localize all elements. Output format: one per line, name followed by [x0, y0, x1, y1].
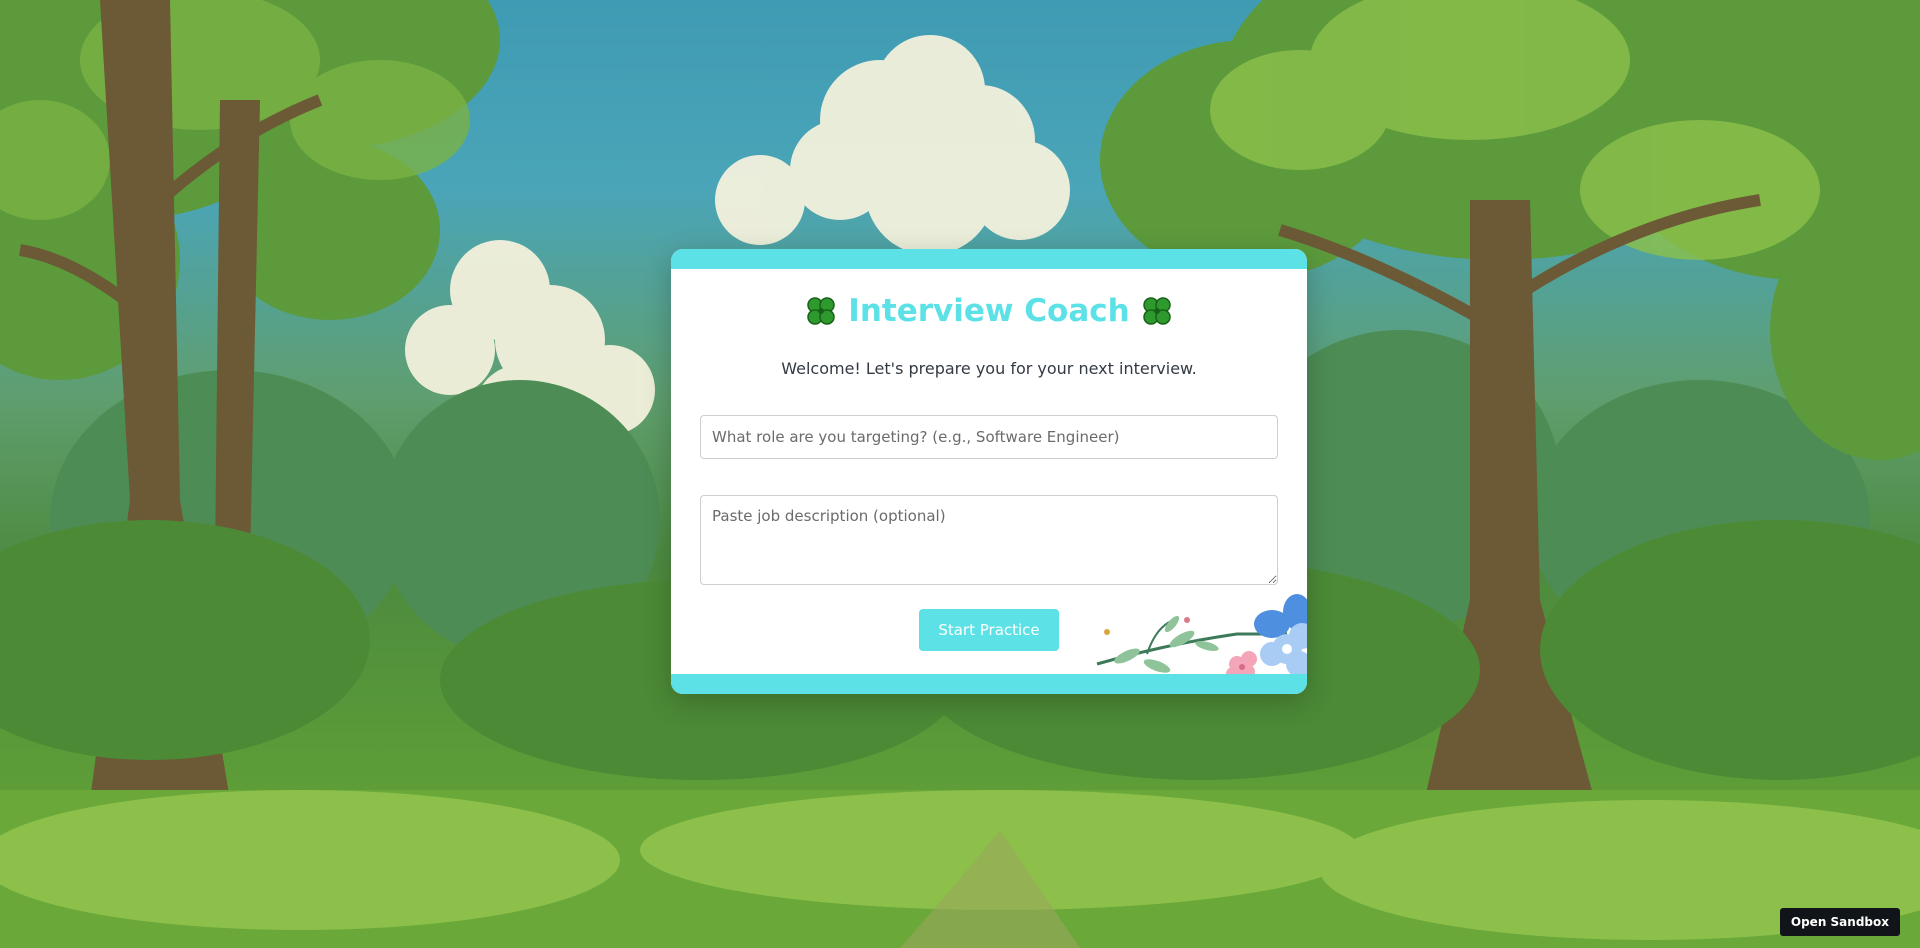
card-top-band	[671, 249, 1307, 269]
four-leaf-clover-icon	[1142, 297, 1171, 325]
welcome-message: Welcome! Let's prepare you for your next…	[781, 359, 1197, 378]
job-description-textarea[interactable]	[700, 495, 1278, 585]
interview-coach-card: Interview Coach Welcome! Let's prepare y…	[671, 249, 1307, 694]
role-input[interactable]	[700, 415, 1278, 459]
open-sandbox-button[interactable]: Open Sandbox	[1779, 908, 1900, 936]
card-header: Interview Coach	[671, 293, 1307, 329]
card-bottom-band	[671, 674, 1307, 694]
start-practice-button[interactable]: Start Practice	[919, 609, 1059, 651]
page-title: Interview Coach	[848, 293, 1130, 329]
four-leaf-clover-icon	[807, 297, 836, 325]
forest-background: Interview Coach Welcome! Let's prepare y…	[0, 0, 1920, 948]
